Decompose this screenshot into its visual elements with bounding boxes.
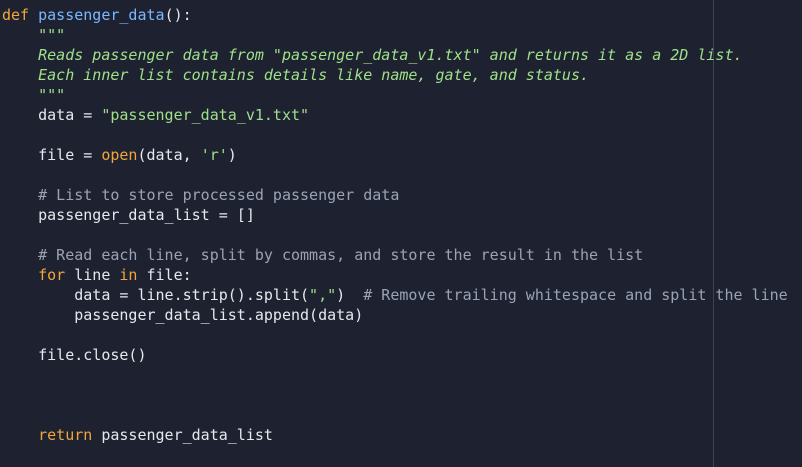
code-token: "passenger_data_v1.txt"	[101, 106, 310, 124]
code-token: return	[38, 426, 93, 444]
code-line[interactable]: Each inner list contains details like na…	[2, 65, 589, 85]
code-token: passenger_data_list	[92, 426, 273, 444]
code-token: """	[2, 26, 66, 44]
line-length-ruler	[713, 0, 714, 467]
code-editor[interactable]: def passenger_data(): """ Reads passenge…	[0, 0, 802, 467]
code-line[interactable]: return passenger_data_list	[2, 425, 273, 445]
code-token: # Remove trailing whitespace and split t…	[363, 286, 788, 304]
code-token: # List to store processed passenger data	[2, 186, 400, 204]
code-token: """	[2, 86, 66, 104]
code-token: # Read each line, split by commas, and s…	[2, 246, 644, 264]
code-line[interactable]: file = open(data, 'r')	[2, 145, 237, 165]
code-token: line	[65, 266, 120, 284]
code-token: Reads passenger data from "passenger_dat…	[2, 46, 743, 64]
code-line[interactable]: data = line.strip().split(",") # Remove …	[2, 285, 788, 305]
code-line[interactable]: # Read each line, split by commas, and s…	[2, 245, 643, 265]
code-token: passenger_data_list.append(data)	[2, 306, 364, 324]
code-line[interactable]: Reads passenger data from "passenger_dat…	[2, 45, 743, 65]
code-token: ():	[164, 6, 192, 24]
code-line[interactable]: """	[2, 85, 65, 105]
code-line[interactable]: for line in file:	[2, 265, 192, 285]
code-token: file.close()	[2, 346, 147, 364]
code-token: data =	[2, 106, 102, 124]
code-line[interactable]: def passenger_data():	[2, 5, 192, 25]
code-line[interactable]: file.close()	[2, 345, 147, 365]
code-token: (data,	[137, 146, 201, 164]
code-token: 'r'	[200, 146, 228, 164]
code-token: passenger_data	[38, 6, 165, 24]
code-token: in	[119, 266, 138, 284]
code-token: data = line.strip().split(	[2, 286, 310, 304]
code-line[interactable]: """	[2, 25, 65, 45]
code-token: for	[38, 266, 66, 284]
code-token: )	[336, 286, 364, 304]
code-token: )	[227, 146, 237, 164]
code-token: Each inner list contains details like na…	[2, 66, 589, 84]
code-token: ","	[309, 286, 337, 304]
code-token: file =	[2, 146, 102, 164]
code-line[interactable]: passenger_data_list.append(data)	[2, 305, 363, 325]
code-token: passenger_data_list = []	[2, 206, 255, 224]
code-line[interactable]: # List to store processed passenger data	[2, 185, 399, 205]
code-line[interactable]: passenger_data_list = []	[2, 205, 255, 225]
code-token: open	[101, 146, 138, 164]
code-token: def	[2, 6, 30, 24]
code-line[interactable]: data = "passenger_data_v1.txt"	[2, 105, 309, 125]
code-token: file:	[137, 266, 192, 284]
